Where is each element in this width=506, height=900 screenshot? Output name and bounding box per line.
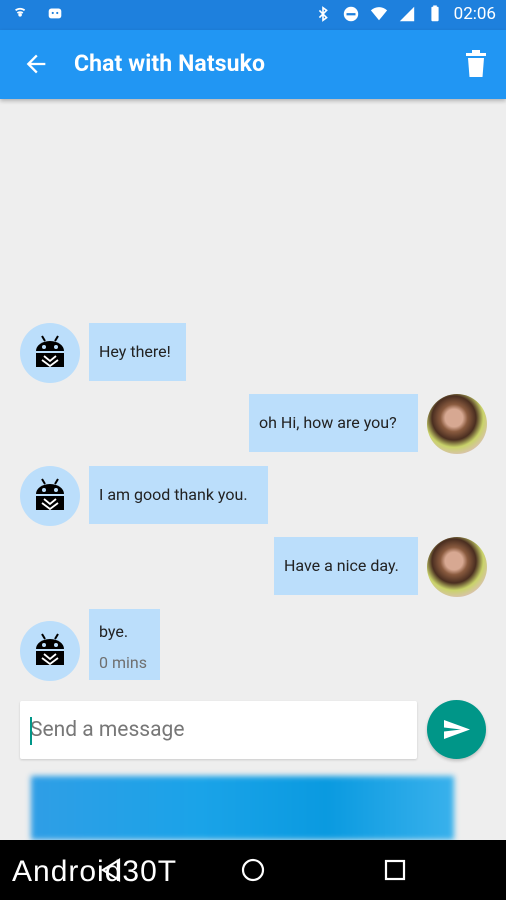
send-icon bbox=[444, 720, 470, 739]
bot-avatar bbox=[20, 466, 80, 526]
do-not-disturb-icon bbox=[343, 6, 358, 22]
message-bubble: Hey there! bbox=[89, 323, 186, 381]
user-avatar bbox=[427, 537, 487, 597]
message-text: bye. bbox=[99, 622, 129, 641]
android-robot-icon bbox=[36, 633, 64, 666]
send-button[interactable] bbox=[427, 700, 486, 759]
hotspot-icon bbox=[15, 7, 26, 17]
page-title: Chat with Natsuko bbox=[74, 50, 266, 77]
message-bubble: I am good thank you. bbox=[89, 466, 268, 524]
app-bar: Chat with Natsuko bbox=[0, 30, 506, 99]
message-text: I am good thank you. bbox=[99, 485, 248, 504]
android-robot-icon bbox=[36, 335, 64, 368]
bot-avatar bbox=[20, 621, 80, 681]
message-input-container bbox=[20, 701, 417, 759]
message-text: oh Hi, how are you? bbox=[259, 413, 397, 432]
wifi-icon bbox=[370, 7, 387, 21]
message-bubble: bye. 0 mins bbox=[89, 609, 160, 680]
nav-recents-icon[interactable] bbox=[381, 856, 409, 884]
nav-home-icon[interactable] bbox=[239, 856, 267, 884]
signal-icon bbox=[399, 6, 414, 22]
message-bubble: Have a nice day. bbox=[274, 537, 418, 595]
status-time: 02:06 bbox=[453, 4, 496, 24]
message-bubble: oh Hi, how are you? bbox=[249, 394, 418, 452]
watermark-text: Android30T bbox=[12, 855, 178, 888]
message-text: Have a nice day. bbox=[284, 556, 399, 575]
bot-avatar bbox=[20, 323, 80, 383]
battery-icon bbox=[431, 5, 439, 22]
back-arrow-icon[interactable] bbox=[22, 50, 50, 78]
message-timestamp: 0 mins bbox=[99, 653, 147, 672]
android-robot-icon bbox=[36, 478, 64, 511]
user-avatar bbox=[427, 394, 487, 454]
message-input[interactable] bbox=[20, 701, 417, 759]
ad-banner[interactable] bbox=[31, 776, 454, 840]
text-caret bbox=[30, 717, 32, 745]
android-notification-icon bbox=[48, 8, 62, 19]
bluetooth-icon bbox=[318, 6, 328, 22]
status-bar: 02:06 bbox=[0, 0, 506, 30]
message-text: Hey there! bbox=[99, 342, 171, 361]
delete-trash-icon[interactable] bbox=[464, 50, 488, 78]
